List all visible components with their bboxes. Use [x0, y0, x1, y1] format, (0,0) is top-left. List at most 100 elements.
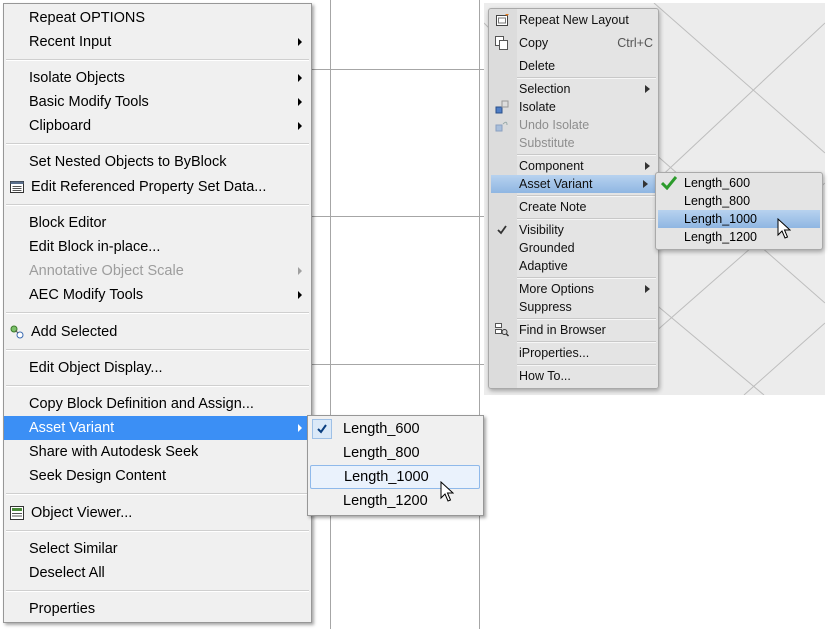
menu-item-aec-modify-tools[interactable]: AEC Modify Tools [4, 283, 311, 307]
menu-item-label: Object Viewer... [31, 505, 133, 521]
menu-item-label: How To... [519, 369, 571, 383]
menu-item-isolate[interactable]: Isolate [489, 98, 658, 116]
menu-item-create-note[interactable]: Create Note [489, 198, 658, 216]
submenu-arrow-icon [298, 424, 302, 432]
find-in-browser-icon [495, 323, 509, 337]
object-viewer-icon [10, 506, 24, 520]
menu-item-substitute[interactable]: Substitute [489, 134, 658, 152]
menu-separator [6, 204, 309, 206]
menu-item-copy-block-definition[interactable]: Copy Block Definition and Assign... [4, 392, 311, 416]
menu-item-set-nested-objects[interactable]: Set Nested Objects to ByBlock [4, 150, 311, 174]
menu-item-edit-referenced-property-set[interactable]: Edit Referenced Property Set Data... [4, 175, 311, 199]
menu-item-label: Set Nested Objects to ByBlock [29, 154, 227, 170]
menu-separator [517, 364, 656, 366]
menu-item-edit-block-in-place[interactable]: Edit Block in-place... [4, 235, 311, 259]
menu-item-object-viewer[interactable]: Object Viewer... [4, 501, 311, 525]
menu-item-recent-input[interactable]: Recent Input [4, 30, 311, 54]
menu-item-seek-design-content[interactable]: Seek Design Content [4, 464, 311, 488]
submenu-item-label: Length_800 [684, 194, 751, 208]
isolate-icon [495, 100, 509, 114]
menu-item-label: Substitute [519, 136, 575, 150]
menu-item-iproperties[interactable]: iProperties... [489, 344, 658, 362]
menu-item-label: Copy [519, 36, 549, 50]
submenu-arrow-icon [298, 267, 302, 275]
menu-separator [6, 312, 309, 314]
menu-item-label: Annotative Object Scale [29, 263, 184, 279]
menu-item-properties[interactable]: Properties [4, 597, 311, 621]
menu-item-suppress[interactable]: Suppress [489, 298, 658, 316]
left-context-menu: Repeat OPTIONS Recent Input Isolate Obje… [3, 3, 312, 623]
menu-item-deselect-all[interactable]: Deselect All [4, 561, 311, 585]
submenu-item-label: Length_1200 [684, 230, 757, 244]
mouse-pointer-icon [440, 481, 454, 502]
property-set-icon [10, 181, 24, 193]
menu-separator [6, 590, 309, 592]
menu-item-label: Edit Referenced Property Set Data... [31, 179, 267, 195]
menu-item-asset-variant[interactable]: Asset Variant [4, 416, 311, 440]
menu-separator [517, 318, 656, 320]
menu-item-asset-variant[interactable]: Asset Variant [491, 175, 656, 193]
submenu-item-length-800[interactable]: Length_800 [656, 192, 822, 210]
menu-separator [517, 195, 656, 197]
menu-item-label: Deselect All [29, 565, 105, 581]
checkmark-icon [661, 176, 677, 190]
menu-item-label: AEC Modify Tools [29, 287, 144, 303]
submenu-item-label: Length_1000 [344, 469, 429, 485]
menu-item-label: Basic Modify Tools [29, 94, 149, 110]
shortcut-label: Ctrl+C [617, 36, 653, 50]
menu-item-more-options[interactable]: More Options [489, 280, 658, 298]
submenu-item-length-600[interactable]: Length_600 [656, 174, 822, 192]
menu-item-repeat-options[interactable]: Repeat OPTIONS [4, 6, 311, 30]
submenu-item-length-1200[interactable]: Length_1200 [656, 228, 822, 246]
menu-item-add-selected[interactable]: Add Selected [4, 320, 311, 344]
menu-item-label: Select Similar [29, 541, 118, 557]
submenu-item-length-1000[interactable]: Length_1000 [310, 465, 480, 489]
submenu-arrow-icon [298, 74, 302, 82]
submenu-item-label: Length_600 [343, 421, 420, 437]
menu-item-find-in-browser[interactable]: Find in Browser [489, 321, 658, 339]
menu-item-annotative-object-scale[interactable]: Annotative Object Scale [4, 259, 311, 283]
submenu-arrow-icon [645, 85, 650, 93]
menu-item-clipboard[interactable]: Clipboard [4, 114, 311, 138]
menu-separator [6, 143, 309, 145]
menu-item-share-with-autodesk-seek[interactable]: Share with Autodesk Seek [4, 440, 311, 464]
menu-item-copy[interactable]: Copy Ctrl+C [489, 34, 658, 52]
submenu-item-length-1000[interactable]: Length_1000 [658, 210, 820, 228]
menu-item-label: Asset Variant [519, 177, 593, 191]
menu-item-adaptive[interactable]: Adaptive [489, 257, 658, 275]
menu-item-label: Adaptive [519, 259, 568, 273]
menu-item-select-similar[interactable]: Select Similar [4, 537, 311, 561]
menu-item-isolate-objects[interactable]: Isolate Objects [4, 66, 311, 90]
submenu-item-length-600[interactable]: Length_600 [308, 417, 483, 441]
menu-item-repeat-new-layout[interactable]: Repeat New Layout [489, 11, 658, 29]
submenu-item-length-1200[interactable]: Length_1200 [308, 489, 483, 513]
menu-separator [6, 59, 309, 61]
menu-separator [517, 77, 656, 79]
menu-item-label: Repeat OPTIONS [29, 10, 146, 26]
menu-item-selection[interactable]: Selection [489, 80, 658, 98]
menu-item-basic-modify-tools[interactable]: Basic Modify Tools [4, 90, 311, 114]
new-layout-icon [496, 14, 509, 26]
menu-item-label: Copy Block Definition and Assign... [29, 396, 254, 412]
menu-item-how-to[interactable]: How To... [489, 367, 658, 385]
menu-item-label: Recent Input [29, 34, 112, 50]
submenu-item-label: Length_1000 [684, 212, 757, 226]
menu-item-label: Undo Isolate [519, 118, 590, 132]
menu-separator [517, 218, 656, 220]
menu-item-label: Isolate [519, 100, 556, 114]
menu-item-block-editor[interactable]: Block Editor [4, 211, 311, 235]
submenu-arrow-icon [645, 285, 650, 293]
submenu-item-length-800[interactable]: Length_800 [308, 441, 483, 465]
menu-item-visibility[interactable]: Visibility [489, 221, 658, 239]
checkmark-icon [317, 424, 327, 434]
menu-item-label: Selection [519, 82, 571, 96]
menu-item-component[interactable]: Component [489, 157, 658, 175]
add-selected-icon [10, 325, 24, 339]
menu-item-delete[interactable]: Delete [489, 57, 658, 75]
menu-item-grounded[interactable]: Grounded [489, 239, 658, 257]
asset-variant-submenu-right: Length_600 Length_800 Length_1000 Length… [655, 172, 823, 250]
grid-line [330, 0, 331, 629]
menu-item-undo-isolate[interactable]: Undo Isolate [489, 116, 658, 134]
menu-item-label: Edit Block in-place... [29, 239, 161, 255]
menu-item-edit-object-display[interactable]: Edit Object Display... [4, 356, 311, 380]
